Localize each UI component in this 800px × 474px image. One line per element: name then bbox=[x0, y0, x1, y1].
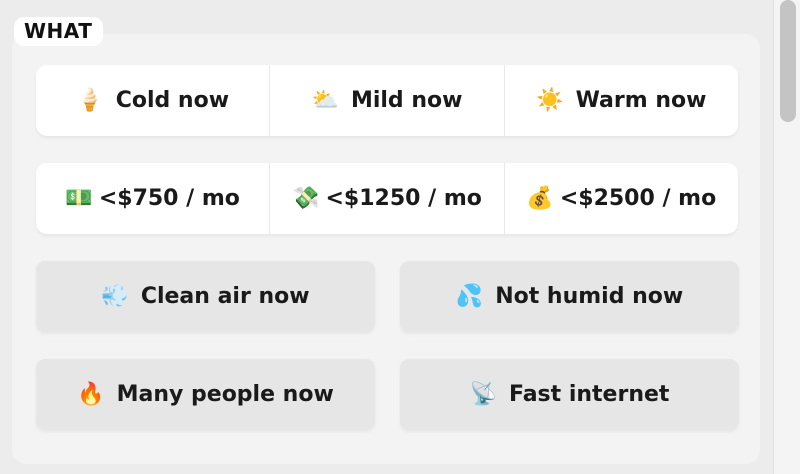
sun-behind-cloud-icon: ⛅ bbox=[311, 87, 339, 113]
fast-internet-button[interactable]: 📡 Fast internet bbox=[400, 359, 739, 430]
cost-2500-button[interactable]: 💰 <$2500 / mo bbox=[503, 163, 738, 234]
filter-page: WHAT 🍦 Cold now ⛅ Mild now ☀️ Warm now 💵… bbox=[0, 0, 800, 474]
cold-now-label: Cold now bbox=[115, 88, 230, 113]
cost-segmented-control: 💵 <$750 / mo 💸 <$1250 / mo 💰 <$2500 / mo bbox=[36, 163, 738, 234]
sun-icon: ☀️ bbox=[536, 87, 564, 113]
not-humid-button[interactable]: 💦 Not humid now bbox=[400, 261, 739, 332]
cost-750-button[interactable]: 💵 <$750 / mo bbox=[36, 163, 269, 234]
many-people-label: Many people now bbox=[116, 382, 334, 407]
many-people-button[interactable]: 🔥 Many people now bbox=[36, 359, 375, 430]
money-with-wings-icon: 💸 bbox=[292, 185, 320, 211]
warm-now-label: Warm now bbox=[575, 88, 707, 113]
fast-internet-label: Fast internet bbox=[508, 382, 670, 407]
water-drops-icon: 💦 bbox=[455, 283, 484, 309]
ice-cream-icon: 🍦 bbox=[76, 87, 104, 113]
cold-now-button[interactable]: 🍦 Cold now bbox=[36, 65, 269, 136]
cost-1250-button[interactable]: 💸 <$1250 / mo bbox=[269, 163, 503, 234]
wind-face-icon: 💨 bbox=[101, 283, 129, 309]
money-bag-icon: 💰 bbox=[526, 185, 554, 211]
clean-air-button[interactable]: 💨 Clean air now bbox=[36, 261, 375, 332]
scrollbar-thumb[interactable] bbox=[780, 0, 796, 122]
cost-750-label: <$750 / mo bbox=[98, 186, 240, 211]
vertical-scrollbar[interactable] bbox=[773, 0, 800, 474]
mild-now-button[interactable]: ⛅ Mild now bbox=[269, 65, 503, 136]
not-humid-label: Not humid now bbox=[495, 284, 684, 309]
fire-icon: 🔥 bbox=[77, 381, 105, 407]
cost-2500-label: <$2500 / mo bbox=[559, 186, 717, 211]
banknote-icon: 💵 bbox=[65, 185, 93, 211]
cost-1250-label: <$1250 / mo bbox=[325, 186, 482, 211]
mild-now-label: Mild now bbox=[350, 88, 463, 113]
section-label: WHAT bbox=[14, 17, 104, 46]
satellite-dish-icon: 📡 bbox=[469, 381, 497, 407]
clean-air-label: Clean air now bbox=[140, 284, 310, 309]
warm-now-button[interactable]: ☀️ Warm now bbox=[503, 65, 738, 136]
climate-segmented-control: 🍦 Cold now ⛅ Mild now ☀️ Warm now bbox=[36, 65, 738, 136]
